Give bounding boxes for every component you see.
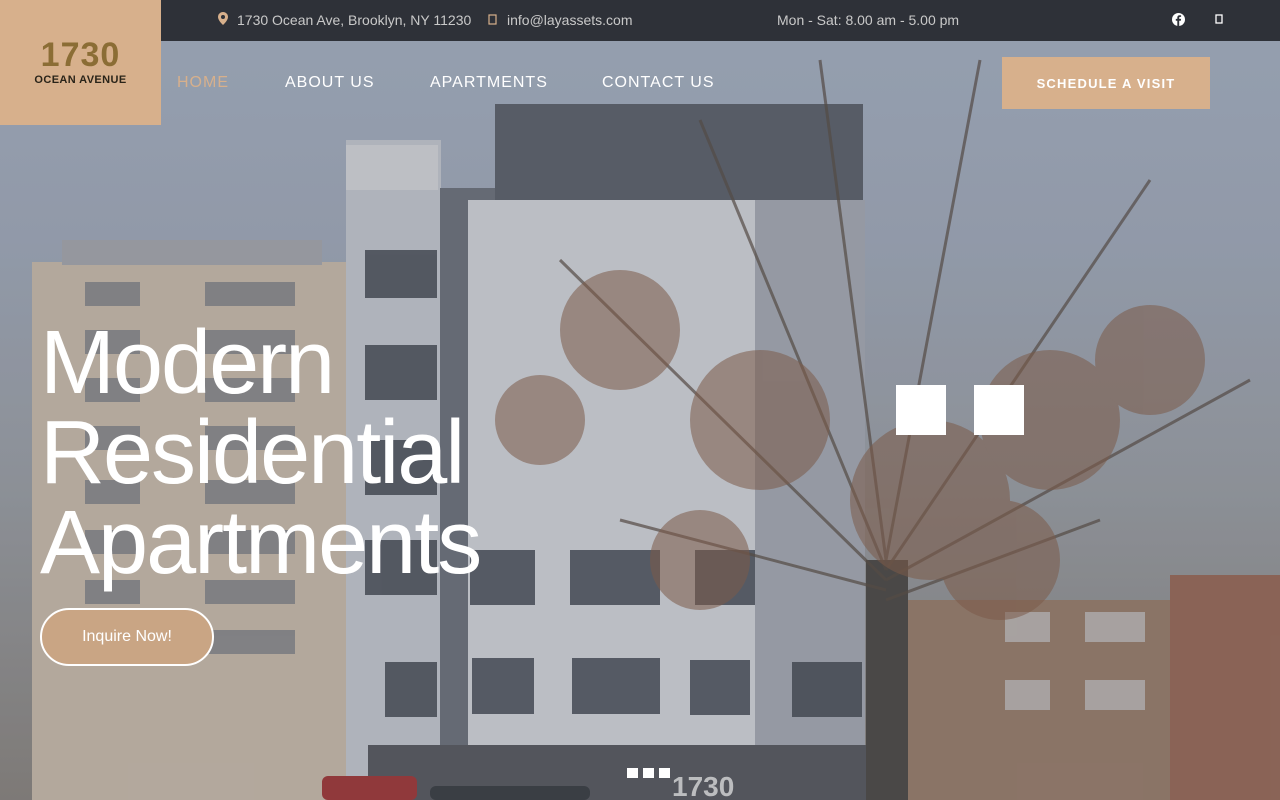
slider-next-button[interactable]: [974, 385, 1024, 435]
nav-apartments[interactable]: APARTMENTS: [430, 74, 548, 92]
email-item[interactable]: info@layassets.com: [488, 12, 632, 28]
hours-text: Mon - Sat: 8.00 am - 5.00 pm: [777, 12, 960, 28]
logo-subtitle: OCEAN AVENUE: [34, 74, 127, 86]
slider-dot[interactable]: [659, 768, 670, 778]
nav-about-us[interactable]: ABOUT US: [285, 74, 375, 92]
email-link[interactable]: info@layassets.com: [507, 12, 632, 28]
nav-contact-us[interactable]: CONTACT US: [602, 74, 715, 92]
envelope-icon: [488, 12, 498, 28]
hero-headline: Modern Residential Apartments: [40, 313, 482, 593]
headline-line: Modern: [40, 313, 335, 413]
slider-dot[interactable]: [627, 768, 638, 778]
inquire-now-button[interactable]: Inquire Now!: [40, 608, 214, 666]
slider-prev-button[interactable]: [896, 385, 946, 435]
map-pin-icon: [218, 12, 228, 28]
logo-number: 1730: [40, 36, 121, 74]
address-item: 1730 Ocean Ave, Brooklyn, NY 11230: [218, 12, 471, 28]
instagram-icon[interactable]: [1215, 14, 1224, 25]
nav-home[interactable]: HOME: [177, 74, 229, 92]
site-logo[interactable]: 1730 OCEAN AVENUE: [0, 0, 161, 125]
address-text: 1730 Ocean Ave, Brooklyn, NY 11230: [237, 12, 472, 28]
slider-pagination: [627, 768, 670, 778]
facebook-icon[interactable]: [1172, 13, 1185, 26]
schedule-visit-button[interactable]: SCHEDULE A VISIT: [1002, 57, 1210, 109]
top-info-bar: 1730 Ocean Ave, Brooklyn, NY 11230 info@…: [0, 0, 1280, 41]
headline-line: Apartments: [40, 493, 482, 593]
headline-line: Residential: [40, 403, 465, 503]
slider-dot[interactable]: [643, 768, 654, 778]
